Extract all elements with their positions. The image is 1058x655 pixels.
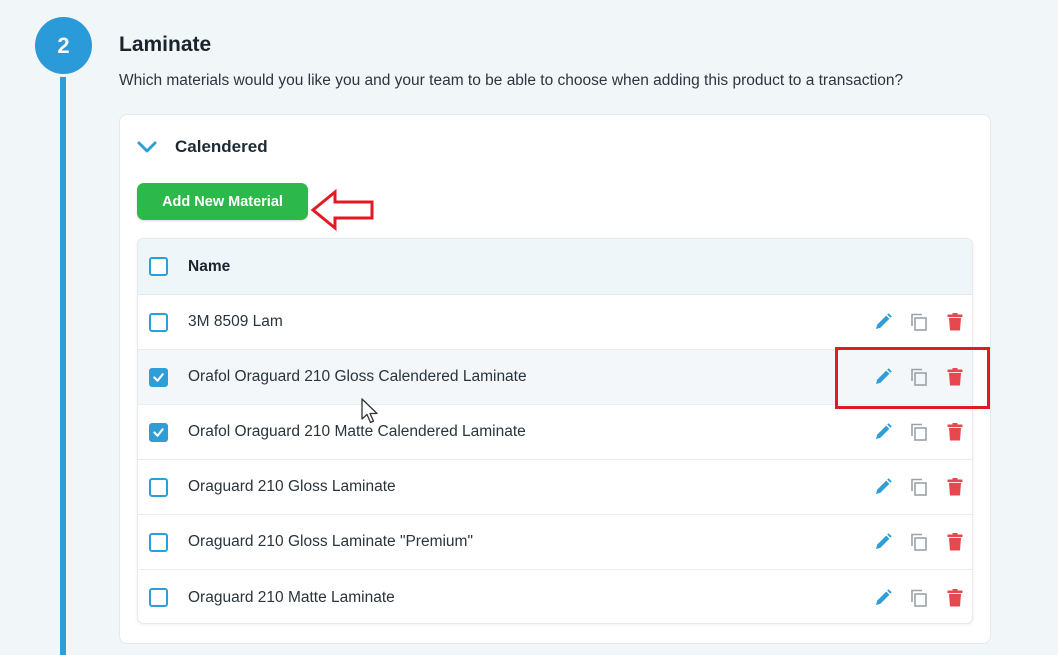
copy-icon[interactable] <box>908 531 930 553</box>
copy-icon[interactable] <box>908 311 930 333</box>
table-row: Oraguard 210 Gloss Laminate <box>138 460 972 515</box>
row-actions <box>872 295 966 349</box>
pencil-icon[interactable] <box>872 311 894 333</box>
row-checkbox[interactable] <box>149 532 168 552</box>
section-title: Laminate <box>119 33 212 56</box>
material-name: Oraguard 210 Gloss Laminate <box>188 478 396 495</box>
section-subtitle: Which materials would you like you and y… <box>119 72 904 89</box>
material-name: Orafol Oraguard 210 Matte Calendered Lam… <box>188 423 526 440</box>
chevron-down-icon[interactable] <box>137 137 157 157</box>
material-name: 3M 8509 Lam <box>188 313 283 330</box>
column-header-name: Name <box>188 257 231 275</box>
material-name: Oraguard 210 Gloss Laminate "Premium" <box>188 533 473 550</box>
row-checkbox[interactable] <box>149 477 168 497</box>
copy-icon[interactable] <box>908 587 930 609</box>
trash-icon[interactable] <box>944 587 966 609</box>
table-row: Oraguard 210 Gloss Laminate "Premium" <box>138 515 972 570</box>
copy-icon[interactable] <box>908 476 930 498</box>
annotation-arrow-icon <box>310 188 374 232</box>
trash-icon[interactable] <box>944 421 966 443</box>
pencil-icon[interactable] <box>872 421 894 443</box>
pencil-icon[interactable] <box>872 587 894 609</box>
row-checkbox[interactable] <box>149 588 168 607</box>
pencil-icon[interactable] <box>872 531 894 553</box>
group-title: Calendered <box>175 137 268 156</box>
table-row: 3M 8509 Lam <box>138 295 972 350</box>
row-checkbox[interactable] <box>149 312 168 332</box>
trash-icon[interactable] <box>944 311 966 333</box>
group-header-calendered[interactable]: Calendered <box>137 134 268 160</box>
trash-icon[interactable] <box>944 476 966 498</box>
material-name: Orafol Oraguard 210 Gloss Calendered Lam… <box>188 368 527 385</box>
table-row: Oraguard 210 Matte Laminate <box>138 570 972 623</box>
table-row: Orafol Oraguard 210 Matte Calendered Lam… <box>138 405 972 460</box>
add-new-material-button[interactable]: Add New Material <box>137 183 308 220</box>
annotation-highlight-box <box>835 347 990 409</box>
step-timeline-line <box>60 60 66 655</box>
row-checkbox[interactable] <box>149 422 168 442</box>
row-actions <box>872 570 966 623</box>
table-header: Name <box>138 239 972 295</box>
material-name: Oraguard 210 Matte Laminate <box>188 588 395 606</box>
copy-icon[interactable] <box>908 421 930 443</box>
row-actions <box>872 460 966 514</box>
select-all-checkbox[interactable] <box>149 257 168 276</box>
mouse-cursor-icon <box>361 398 378 424</box>
pencil-icon[interactable] <box>872 476 894 498</box>
materials-table: Name 3M 8509 Lam Orafol Oraguard 210 Glo… <box>137 238 973 624</box>
trash-icon[interactable] <box>944 531 966 553</box>
row-actions <box>872 405 966 459</box>
row-checkbox[interactable] <box>149 367 168 387</box>
step-number-badge: 2 <box>35 17 92 74</box>
row-actions <box>872 515 966 569</box>
